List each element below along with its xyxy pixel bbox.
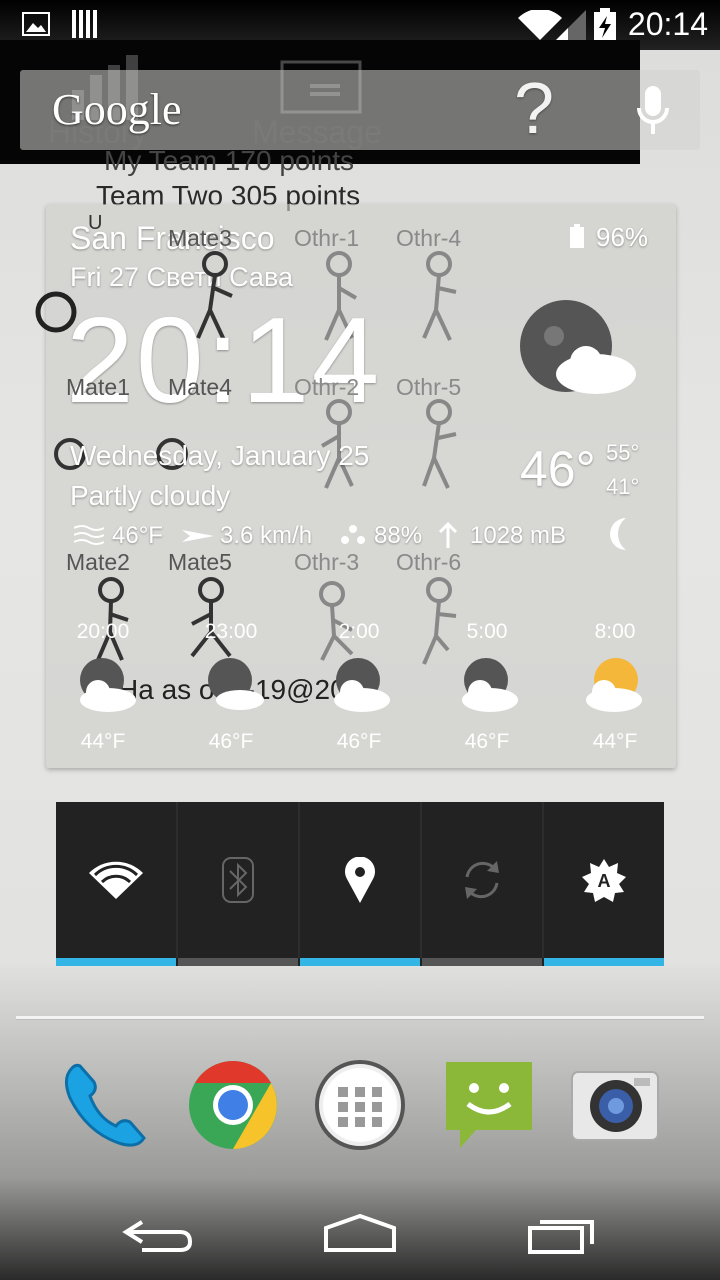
location-toggle[interactable]	[300, 802, 422, 958]
moon-phase-icon	[610, 518, 626, 550]
player-mate2[interactable]: Mate2	[66, 549, 130, 576]
navigation-bar	[0, 1180, 720, 1280]
location-pin-icon	[345, 857, 375, 903]
sync-icon	[465, 861, 499, 899]
player-mate3[interactable]: Mate3	[168, 225, 232, 252]
player-mate5[interactable]: Mate5	[168, 549, 232, 576]
battery-icon	[570, 224, 584, 248]
bluetooth-toggle[interactable]	[178, 802, 300, 958]
player-othr1[interactable]: Othr-1	[294, 225, 359, 252]
forecast-time-2: 23:00	[204, 620, 258, 643]
dock-divider	[16, 1016, 704, 1019]
wifi-toggle[interactable]	[56, 802, 178, 958]
stick-figure-othr4[interactable]	[414, 250, 464, 350]
feels-like-temp: 46°F	[112, 522, 163, 549]
forecast-time-5: 8:00	[594, 620, 636, 643]
wind-icon	[182, 530, 214, 542]
location-indicator	[300, 958, 420, 966]
forecast-time-4: 5:00	[466, 620, 508, 643]
player-mate1[interactable]: Mate1	[66, 374, 130, 401]
image-icon	[22, 12, 50, 36]
google-logo[interactable]: Google	[52, 84, 182, 135]
forecast-temp-4: 46°F	[464, 730, 510, 753]
recent-apps-icon[interactable]	[526, 1214, 598, 1254]
chrome-icon[interactable]	[186, 1058, 280, 1152]
widget-full-date: Wednesday, January 25	[70, 440, 370, 471]
forecast-time-3: 2:00	[338, 620, 380, 643]
player-othr4[interactable]: Othr-4	[396, 225, 461, 252]
camera-icon[interactable]	[568, 1058, 662, 1152]
feels-like-icon	[74, 525, 104, 545]
pressure: 1028 mB	[470, 522, 567, 549]
wifi-icon	[89, 861, 143, 899]
moon-cloud-icon	[80, 658, 136, 712]
player-othr3[interactable]: Othr-3	[294, 549, 359, 576]
brightness-toggle[interactable]: A	[544, 802, 664, 958]
moon-cloud-icon	[208, 658, 264, 710]
sun-cloud-icon	[586, 658, 642, 712]
high-temperature: 55°	[606, 440, 640, 465]
battery-percent: 96%	[596, 222, 649, 252]
humidity: 88%	[374, 522, 423, 549]
bluetooth-icon	[222, 857, 254, 903]
current-temperature: 46°	[520, 441, 596, 497]
forecast-temp-1: 44°F	[80, 730, 126, 753]
brightness-indicator	[544, 958, 664, 966]
moon-cloud-icon	[334, 658, 390, 712]
home-icon[interactable]	[322, 1212, 398, 1252]
signal-icon	[556, 10, 586, 40]
forecast-temp-2: 46°F	[208, 730, 254, 753]
help-icon[interactable]: ?	[514, 68, 554, 150]
wind-speed: 3.6 km/h	[220, 522, 313, 549]
player-othr2[interactable]: Othr-2	[294, 374, 359, 401]
app-drawer-icon[interactable]	[313, 1058, 407, 1152]
wifi-indicator	[56, 958, 176, 966]
svg-text:A: A	[598, 871, 611, 891]
phone-icon[interactable]	[58, 1058, 152, 1152]
sync-toggle[interactable]	[422, 802, 544, 958]
low-temperature: 41°	[606, 474, 640, 499]
humidity-icon	[341, 525, 365, 544]
messaging-icon[interactable]	[442, 1058, 536, 1152]
bluetooth-indicator	[178, 958, 298, 966]
forecast-time-1: 20:00	[76, 620, 130, 643]
forecast-temp-3: 46°F	[336, 730, 382, 753]
forecast-temp-5: 44°F	[592, 730, 638, 753]
battery-charging-icon	[594, 8, 616, 42]
auto-brightness-icon: A	[582, 859, 626, 902]
pressure-icon	[438, 522, 458, 548]
barcode-icon	[72, 10, 97, 38]
stick-figure-othr5[interactable]	[414, 398, 464, 498]
player-mate4[interactable]: Mate4	[168, 374, 232, 401]
my-team-score: My Team 170 points	[104, 145, 355, 176]
sync-indicator	[422, 958, 542, 966]
status-clock: 20:14	[627, 6, 708, 42]
moon-cloud-large-icon	[520, 300, 636, 394]
player-othr6[interactable]: Othr-6	[396, 549, 461, 576]
back-icon[interactable]	[122, 1218, 194, 1254]
player-othr5[interactable]: Othr-5	[396, 374, 461, 401]
moon-cloud-icon	[462, 658, 518, 712]
power-control-widget: A	[56, 802, 664, 966]
weather-condition: Partly cloudy	[70, 480, 231, 511]
weather-date-line: Fri 27 Свети Сава	[70, 262, 294, 292]
microphone-icon[interactable]	[636, 86, 670, 134]
